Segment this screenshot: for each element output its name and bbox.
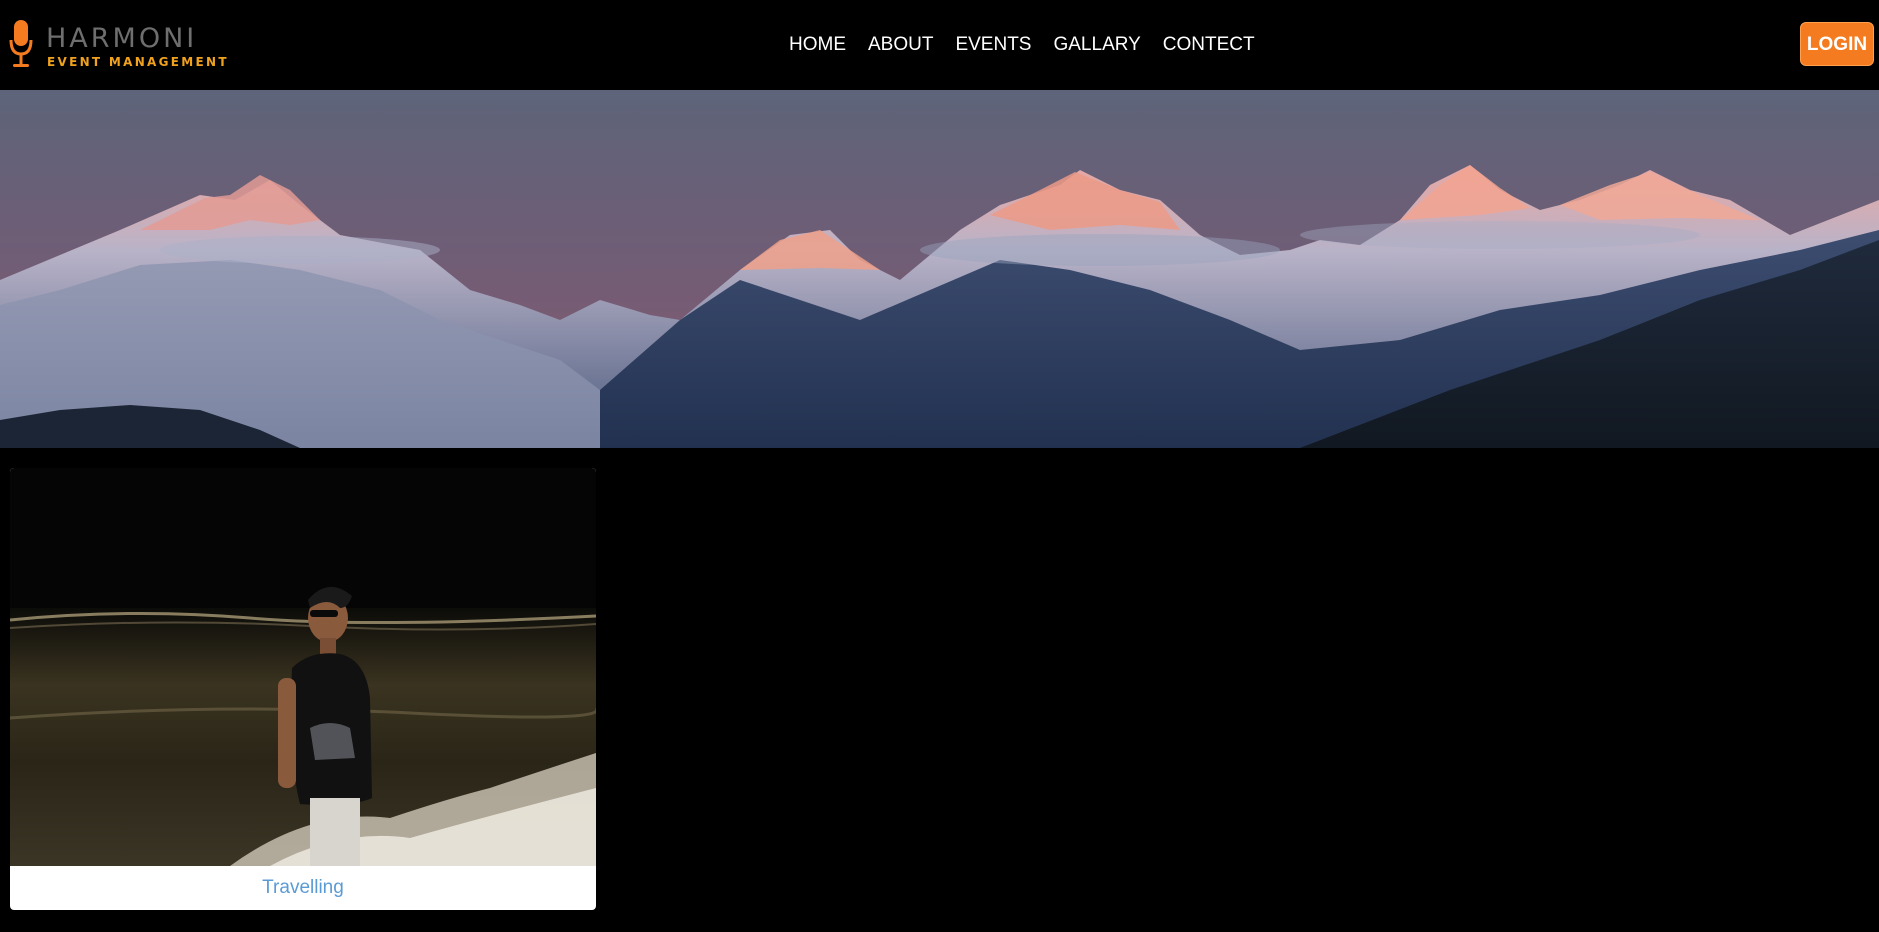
login-button[interactable]: LOGIN — [1800, 22, 1874, 66]
nav-events[interactable]: EVENTS — [955, 31, 1031, 59]
main-nav: HOME ABOUT EVENTS GALLARY CONTECT — [789, 31, 1255, 59]
hero-mountain-image — [0, 90, 1879, 448]
microphone-icon — [9, 20, 33, 67]
gallery-card-caption[interactable]: Travelling — [10, 866, 596, 910]
person-at-night-beach-image — [10, 468, 596, 866]
brand-logo[interactable]: HARMONI EVENT MANAGEMENT — [8, 20, 227, 72]
gallery-card[interactable]: Travelling — [10, 468, 596, 910]
brand-tagline: EVENT MANAGEMENT — [47, 55, 229, 69]
hero-banner — [0, 90, 1879, 448]
nav-about[interactable]: ABOUT — [868, 31, 933, 59]
navbar: HARMONI EVENT MANAGEMENT HOME ABOUT EVEN… — [0, 0, 1879, 90]
brand-name: HARMONI — [46, 23, 198, 54]
nav-home[interactable]: HOME — [789, 31, 846, 59]
gallery-card-photo — [10, 468, 596, 866]
nav-contact[interactable]: CONTECT — [1163, 31, 1255, 59]
nav-gallery[interactable]: GALLARY — [1053, 31, 1140, 59]
